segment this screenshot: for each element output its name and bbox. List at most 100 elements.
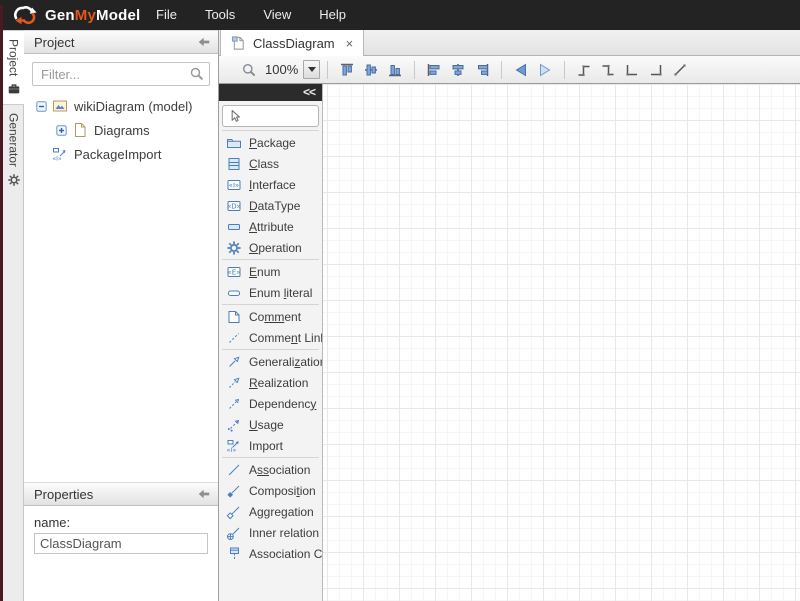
palette-item-attribute[interactable]: Attribute <box>219 216 322 237</box>
align-bottom-icon <box>387 62 403 78</box>
palette-item-import[interactable]: «I» Import <box>219 435 322 456</box>
flip-horizontal-icon <box>513 62 529 78</box>
flip-vertical-button[interactable] <box>533 59 557 81</box>
tree-node-wikidiagram[interactable]: wikiDiagram (model) <box>24 94 218 118</box>
svg-text:«I»: «I» <box>229 181 240 189</box>
tree-node-label: wikiDiagram (model) <box>73 99 192 114</box>
conn-step-up-icon <box>576 62 592 78</box>
palette-item-interface[interactable]: «I»Interface <box>219 174 322 195</box>
selection-tool-button[interactable] <box>222 105 319 127</box>
editor-toolbar: 100% <box>219 56 800 84</box>
align-middle-button[interactable] <box>359 59 383 81</box>
palette-item-class[interactable]: Class <box>219 153 322 174</box>
import-icon: «I» <box>226 438 242 454</box>
model-icon <box>52 98 68 114</box>
palette-item-comment-link[interactable]: Comment Link <box>219 327 322 348</box>
brand-logo[interactable]: GenMyModel <box>0 3 142 27</box>
align-right-icon <box>474 62 490 78</box>
align-right-button[interactable] <box>470 59 494 81</box>
palette-item-generalization[interactable]: Generalization <box>219 351 322 372</box>
conn-step-down-icon <box>600 62 616 78</box>
window-edge-strip <box>0 5 3 601</box>
tab-title: ClassDiagram <box>253 36 335 51</box>
palette-item-composition[interactable]: Composition <box>219 480 322 501</box>
toolbar-separator <box>564 61 565 79</box>
palette-item-label: Aggregation <box>249 505 314 519</box>
menu-tools[interactable]: Tools <box>191 0 249 30</box>
tree-node-diagrams[interactable]: Diagrams <box>24 118 218 142</box>
palette-item-label: Package <box>249 136 296 150</box>
briefcase-icon <box>7 82 21 96</box>
conn-step-down-button[interactable] <box>596 59 620 81</box>
properties-body: name: <box>24 506 218 563</box>
generalization-icon <box>226 354 242 370</box>
sidebar-tab-project[interactable]: Project <box>3 30 24 105</box>
conn-line-button[interactable] <box>668 59 692 81</box>
filter-box <box>32 62 210 86</box>
tab-close-icon[interactable]: × <box>346 36 354 51</box>
palette-item-inner-relation[interactable]: Inner relation <box>219 522 322 543</box>
palette-item-dependency[interactable]: Dependency <box>219 393 322 414</box>
properties-panel: Properties name: <box>24 482 218 601</box>
palette-collapse-button[interactable]: << <box>219 84 322 101</box>
palette-item-realization[interactable]: Realization <box>219 372 322 393</box>
collapse-panel-arrow-icon[interactable] <box>197 487 211 501</box>
palette-item-label: Attribute <box>249 220 294 234</box>
conn-corner-j-button[interactable] <box>644 59 668 81</box>
palette-item-datatype[interactable]: «D»DataType <box>219 195 322 216</box>
palette-item-label: Inner relation <box>249 526 319 540</box>
sidebar-tab-label: Project <box>7 39 21 76</box>
align-center-icon <box>450 62 466 78</box>
palette-item-label: Composition <box>249 484 316 498</box>
menu-file[interactable]: File <box>142 0 191 30</box>
align-bottom-button[interactable] <box>383 59 407 81</box>
model-tree: wikiDiagram (model) Diagrams«I»PackageImp… <box>24 94 218 166</box>
palette-item-package[interactable]: Package <box>219 132 322 153</box>
palette-item-operation[interactable]: Operation <box>219 237 322 258</box>
genmymodel-app: GenMyModel FileToolsViewHelp Project Gene… <box>0 0 800 601</box>
tree-expander-minus-icon[interactable] <box>36 101 47 112</box>
align-top-button[interactable] <box>335 59 359 81</box>
tree-expander-plus-icon[interactable] <box>56 125 67 136</box>
top-menubar: GenMyModel FileToolsViewHelp <box>0 0 800 30</box>
conn-step-up-button[interactable] <box>572 59 596 81</box>
zoom-magnifier-icon[interactable] <box>237 59 261 81</box>
palette-item-enum[interactable]: «E»Enum <box>219 261 322 282</box>
properties-panel-title: Properties <box>34 487 197 502</box>
sidebar-tab-generator[interactable]: Generator <box>3 105 24 195</box>
menu-view[interactable]: View <box>249 0 305 30</box>
menubar-items: FileToolsViewHelp <box>142 0 360 30</box>
align-center-button[interactable] <box>446 59 470 81</box>
conn-corner-l-button[interactable] <box>620 59 644 81</box>
palette-item-association-class[interactable]: Association Cl... <box>219 543 322 564</box>
name-field-input[interactable] <box>34 533 208 554</box>
menu-help[interactable]: Help <box>305 0 360 30</box>
flip-horizontal-button[interactable] <box>509 59 533 81</box>
palette-item-label: Association Cl... <box>249 547 322 561</box>
palette-item-label: Usage <box>249 418 284 432</box>
sidebar-tab-label: Generator <box>7 113 21 167</box>
diagram-editor: ClassDiagram × 100% << Packa <box>218 30 800 601</box>
palette-item-association[interactable]: Association <box>219 459 322 480</box>
package-import-icon: «I» <box>52 146 68 162</box>
palette-item-label: Association <box>249 463 310 477</box>
tab-classdiagram[interactable]: ClassDiagram × <box>220 30 364 56</box>
filter-input[interactable] <box>32 62 210 86</box>
align-left-button[interactable] <box>422 59 446 81</box>
palette-item-enum-literal[interactable]: Enum literal <box>219 282 322 303</box>
palette-item-comment[interactable]: Comment <box>219 306 322 327</box>
palette-item-label: Comment Link <box>249 331 322 345</box>
association-icon <box>226 462 242 478</box>
collapse-panel-arrow-icon[interactable] <box>197 35 211 49</box>
conn-corner-j-icon <box>648 62 664 78</box>
palette-divider <box>222 457 319 458</box>
palette-item-usage[interactable]: Usage <box>219 414 322 435</box>
palette-item-aggregation[interactable]: Aggregation <box>219 501 322 522</box>
palette-divider <box>222 259 319 260</box>
tree-node-packageimport[interactable]: «I»PackageImport <box>24 142 218 166</box>
align-middle-icon <box>363 62 379 78</box>
class-icon <box>226 156 242 172</box>
palette-item-label: Import <box>249 439 283 453</box>
comment-icon <box>226 309 242 325</box>
zoom-dropdown-button[interactable] <box>303 60 320 79</box>
